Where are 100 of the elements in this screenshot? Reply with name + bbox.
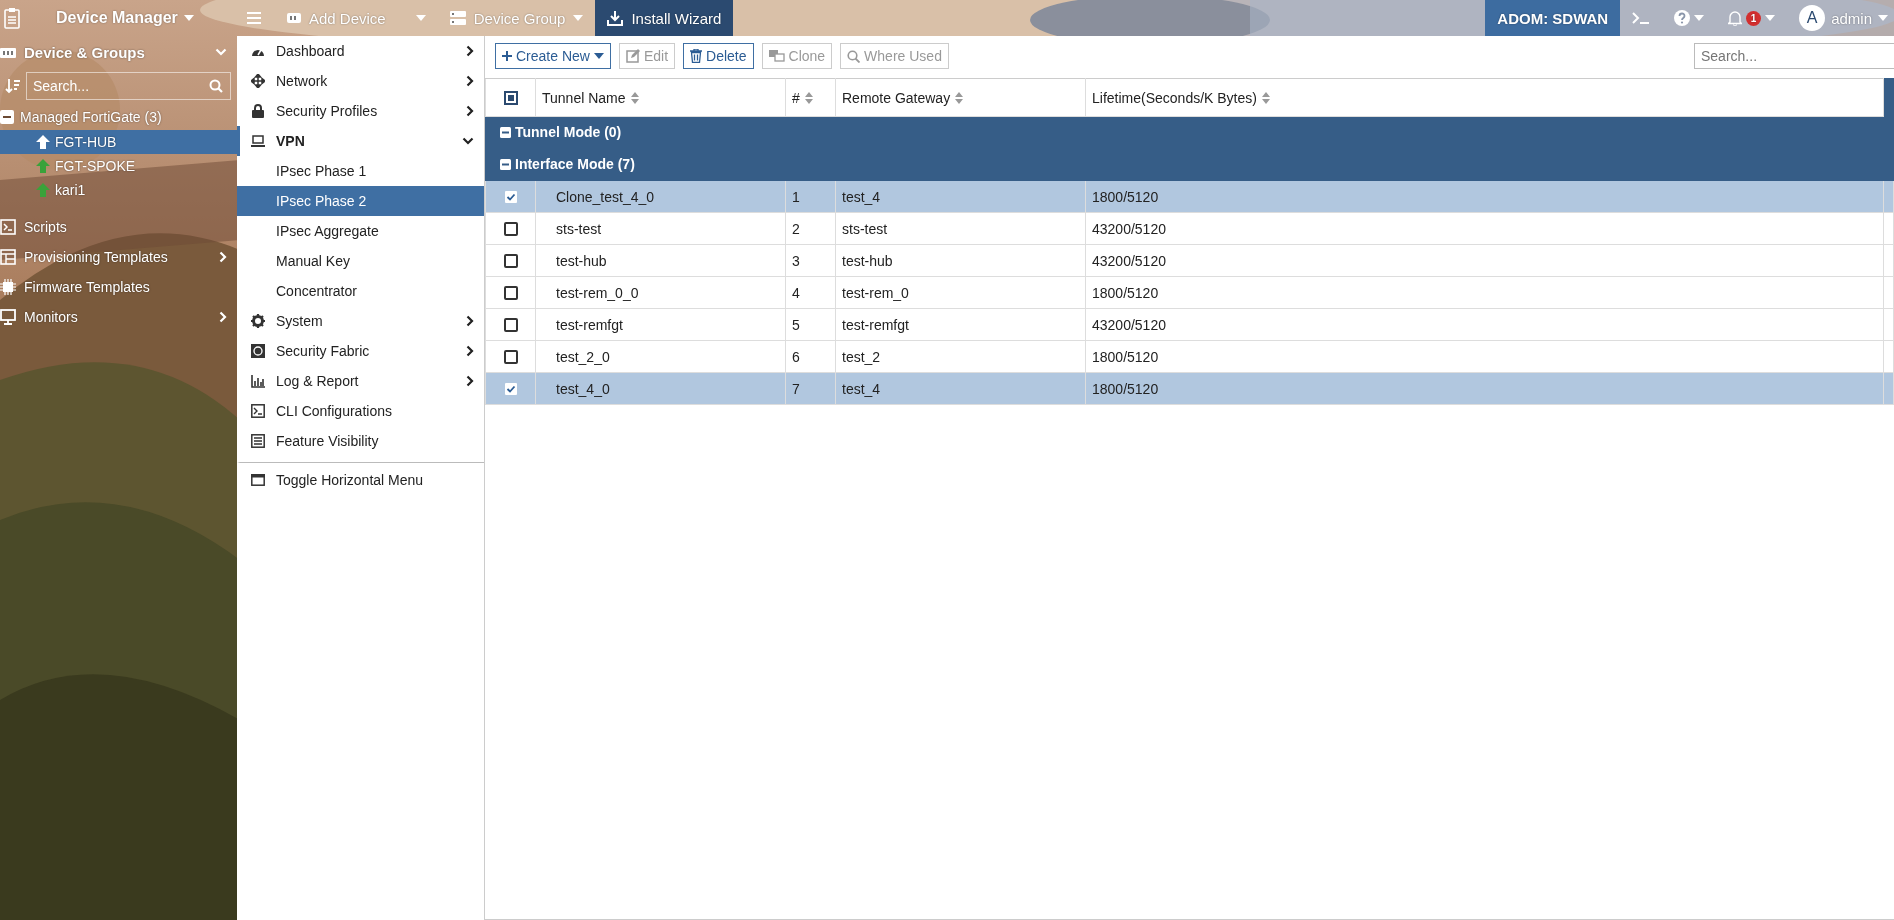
search-field[interactable]: Search... <box>1694 43 1894 69</box>
submenu-item[interactable]: IPsec Aggregate <box>237 216 484 246</box>
edit-icon <box>625 49 640 63</box>
table-cell: 6 <box>792 348 800 365</box>
group-header[interactable]: Tunnel Mode (0) <box>500 124 622 141</box>
nav-item[interactable]: Provisioning Templates <box>0 242 237 272</box>
table-cell: 1 <box>792 188 800 205</box>
chip-icon <box>0 279 16 295</box>
checkbox[interactable] <box>503 221 518 236</box>
template-icon <box>0 249 16 265</box>
menu-item[interactable]: Toggle Horizontal Menu <box>237 462 484 495</box>
submenu-item[interactable]: IPsec Phase 2 <box>237 186 484 216</box>
checkbox[interactable] <box>503 285 518 300</box>
devices-icon <box>0 45 16 59</box>
caret-icon <box>1878 15 1888 21</box>
caret-icon <box>1765 15 1776 21</box>
submenu-item[interactable]: Manual Key <box>237 246 484 276</box>
group-header[interactable]: Interface Mode (7) <box>500 156 635 173</box>
toolbar-button[interactable]: Delete <box>683 43 754 69</box>
notification-menu[interactable]: 1 <box>1716 10 1788 26</box>
table-cell: test-remfgt <box>556 316 623 333</box>
table-cell: test_2 <box>842 348 881 365</box>
server-icon <box>449 10 466 26</box>
checkbox[interactable] <box>503 381 518 396</box>
panel-title: Device & Groups <box>24 43 146 61</box>
collapse-icon <box>500 126 511 138</box>
copy-icon <box>768 50 785 62</box>
menu-item[interactable]: Feature Visibility <box>237 426 484 456</box>
gear-icon <box>251 314 265 328</box>
column-settings[interactable] <box>1883 78 1894 117</box>
nav-item[interactable]: Firmware Templates <box>0 272 237 302</box>
caret-icon <box>183 15 194 21</box>
menu-item[interactable]: Install Wizard <box>595 0 734 36</box>
caret-icon <box>1694 15 1705 21</box>
table-cell: 4 <box>792 284 800 301</box>
table-cell: 1800/5120 <box>1092 348 1159 365</box>
sort-icon[interactable] <box>5 78 21 94</box>
table-cell: 1800/5120 <box>1092 188 1159 205</box>
checkbox[interactable] <box>503 90 518 105</box>
checkbox[interactable] <box>503 253 518 268</box>
fabric-icon <box>251 344 265 358</box>
table-cell: test_4 <box>842 188 881 205</box>
column-header: Remote Gateway <box>842 89 951 106</box>
table-cell: test-remfgt <box>842 316 909 333</box>
terminal-icon <box>251 404 265 418</box>
table-cell: test_4 <box>842 380 881 397</box>
table-cell: test-rem_0 <box>842 284 909 301</box>
device-icon <box>287 13 301 23</box>
table-cell: 7 <box>792 380 800 397</box>
table-cell: sts-test <box>556 220 602 237</box>
submenu-item[interactable]: Concentrator <box>237 276 484 306</box>
checkbox[interactable] <box>503 349 518 364</box>
table-cell: 43200/5120 <box>1092 220 1166 237</box>
nav-item[interactable]: Monitors <box>0 302 237 332</box>
table-cell: 43200/5120 <box>1092 316 1166 333</box>
checkbox[interactable] <box>503 317 518 332</box>
sort-icon[interactable] <box>630 91 639 104</box>
checkbox[interactable] <box>503 189 518 204</box>
chevron-icon <box>215 48 227 56</box>
bar-chart-icon <box>251 374 265 388</box>
script-icon <box>0 219 16 235</box>
table-cell: 2 <box>792 220 800 237</box>
toolbar-button[interactable]: Create New <box>495 43 611 69</box>
sort-icon[interactable] <box>955 91 964 104</box>
table-cell: 43200/5120 <box>1092 252 1166 269</box>
table-cell: test-hub <box>842 252 893 269</box>
menu-item[interactable]: Dashboard <box>237 36 484 66</box>
menu-item[interactable]: Log & Report <box>237 366 484 396</box>
caret-icon <box>415 15 426 21</box>
list-icon <box>251 434 265 448</box>
table-cell: test-hub <box>556 252 607 269</box>
table-cell: sts-test <box>842 220 888 237</box>
window-icon <box>251 474 265 486</box>
table-cell: 1800/5120 <box>1092 380 1159 397</box>
menu-item[interactable]: Security Fabric <box>237 336 484 366</box>
column-header: # <box>792 89 800 106</box>
menu-item[interactable]: System <box>237 306 484 336</box>
adom-label[interactable]: ADOM: SDWAN <box>1485 0 1621 36</box>
collapse-icon <box>500 158 511 170</box>
table-cell: 5 <box>792 316 800 333</box>
menu-item[interactable]: CLI Configurations <box>237 396 484 426</box>
sort-icon[interactable] <box>804 91 813 104</box>
sort-icon[interactable] <box>1261 91 1270 104</box>
search-icon <box>209 79 223 93</box>
submenu-item[interactable]: IPsec Phase 1 <box>237 156 484 186</box>
table-cell: test-rem_0_0 <box>556 284 639 301</box>
menu-item[interactable]: Security Profiles <box>237 96 484 126</box>
nav-item[interactable]: Scripts <box>0 212 237 242</box>
trash-icon <box>690 49 703 63</box>
help-icon <box>1674 10 1691 26</box>
menu-item[interactable]: Network <box>237 66 484 96</box>
caret-icon <box>593 53 604 59</box>
device-item[interactable]: FGT-HUB <box>0 130 237 154</box>
table-cell: 1800/5120 <box>1092 284 1159 301</box>
search-icon <box>847 49 861 63</box>
bell-icon <box>1728 10 1743 26</box>
download-icon <box>607 10 624 26</box>
table-cell: 3 <box>792 252 800 269</box>
device-item[interactable]: kari1 <box>0 178 237 202</box>
user-menu[interactable]: A admin <box>1787 5 1894 31</box>
